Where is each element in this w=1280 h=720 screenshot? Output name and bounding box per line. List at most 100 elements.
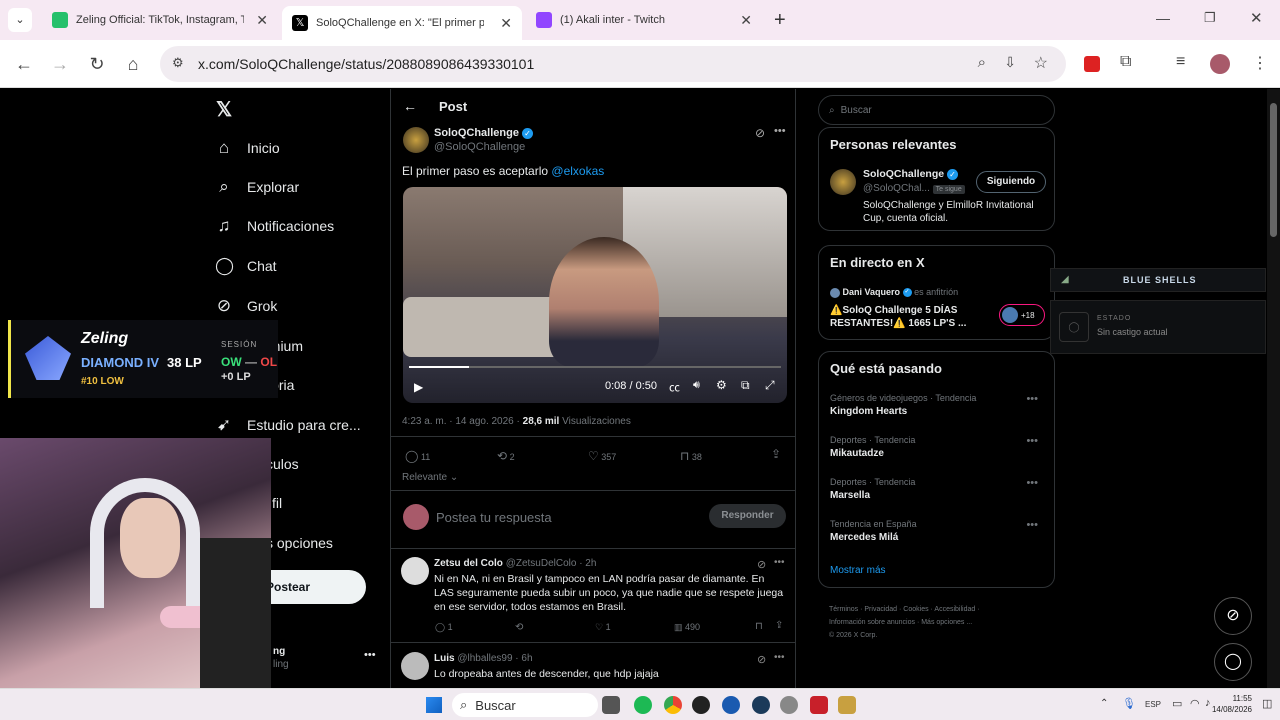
- following-button[interactable]: Siguiendo: [976, 171, 1046, 193]
- tab-zeling[interactable]: Zeling Official: TikTok, Instagram, Twit…: [42, 6, 278, 34]
- bookmark-star-icon[interactable]: ☆: [1034, 53, 1048, 73]
- notifications-icon[interactable]: ◫: [1262, 697, 1272, 710]
- media-control-icon[interactable]: ≡: [1176, 53, 1185, 71]
- address-bar[interactable]: ⚙ x.com/SoloQChallenge/status/2088089086…: [160, 46, 1066, 82]
- install-icon[interactable]: ⇩: [1004, 54, 1016, 71]
- relevant-avatar[interactable]: [830, 169, 856, 195]
- spotify-icon[interactable]: [634, 696, 652, 714]
- nav-account[interactable]: ng ling: [273, 645, 289, 671]
- pip-icon[interactable]: ⧉: [741, 378, 750, 393]
- more-options-icon[interactable]: •••: [1026, 393, 1038, 405]
- reply-action[interactable]: ◯ 11: [405, 449, 430, 463]
- reply-action[interactable]: ◯ 1: [435, 622, 453, 633]
- extensions-puzzle-icon[interactable]: ⧉: [1120, 53, 1131, 71]
- reload-icon[interactable]: ↻: [85, 52, 109, 76]
- restore-button[interactable]: ❐: [1204, 10, 1216, 26]
- trend-item[interactable]: Géneros de videojuegos · Tendencia Kingdo…: [830, 393, 1050, 417]
- video-player[interactable]: ▶ 0:08 / 0:50 ㏄ 🔊︎ ⚙ ⧉ ⤢: [403, 187, 787, 403]
- tab-soloq[interactable]: 𝕏 SoloQChallenge en X: "El primer paso e…: [282, 6, 522, 40]
- tray-chevron-icon[interactable]: ⌃: [1100, 698, 1108, 709]
- nav-creator-studio[interactable]: ➹ Estudio para cre...: [215, 416, 361, 434]
- share-icon[interactable]: ⇪: [771, 447, 781, 461]
- page-scrollbar[interactable]: [1267, 89, 1280, 688]
- grok-icon[interactable]: ⊘: [757, 558, 766, 571]
- nav-explore[interactable]: ⌕ Explorar: [215, 178, 299, 196]
- post-author[interactable]: SoloQChallenge ✓ @SoloQChallenge: [434, 126, 534, 154]
- steam-icon[interactable]: [752, 696, 770, 714]
- start-icon[interactable]: [426, 697, 442, 713]
- nav-profile[interactable]: fil: [272, 495, 282, 511]
- reply-header[interactable]: Luis @lhballes99 · 6h: [434, 653, 533, 664]
- nav-grok[interactable]: ⊘ Grok: [215, 297, 277, 315]
- more-options-icon[interactable]: •••: [774, 557, 785, 568]
- trend-item[interactable]: Tendencia en España Mercedes Milá •••: [830, 519, 1050, 543]
- video-progress-bar[interactable]: [409, 366, 781, 368]
- tab-search-button[interactable]: ⌄: [8, 8, 32, 32]
- mention-link[interactable]: @elxokas: [551, 164, 604, 178]
- profile-avatar[interactable]: [1210, 54, 1230, 74]
- more-options-icon[interactable]: •••: [1026, 435, 1038, 447]
- more-options-icon[interactable]: •••: [774, 125, 786, 137]
- grok-icon[interactable]: ⊘: [755, 126, 765, 140]
- monitor-icon[interactable]: ▭: [1172, 697, 1182, 710]
- grok-icon[interactable]: ⊘: [757, 653, 766, 666]
- close-tab-icon[interactable]: ✕: [256, 12, 268, 29]
- reply-button[interactable]: Responder: [709, 504, 786, 528]
- like-action[interactable]: ♡ 1: [595, 622, 611, 633]
- nav-notifications[interactable]: ♫ Notificaciones: [215, 217, 335, 235]
- live-listeners-badge[interactable]: +18: [999, 304, 1045, 326]
- league-icon[interactable]: [838, 696, 856, 714]
- tab-twitch[interactable]: (1) Akali inter - Twitch ✕: [526, 6, 762, 34]
- captions-icon[interactable]: ㏄: [669, 379, 680, 395]
- app-red-icon[interactable]: [810, 696, 828, 714]
- fullscreen-icon[interactable]: ⤢: [765, 378, 775, 393]
- share-icon[interactable]: ⇪: [775, 620, 783, 631]
- x-logo-icon[interactable]: 𝕏: [216, 97, 232, 122]
- views-action[interactable]: ▥ 490: [674, 622, 700, 633]
- close-tab-icon[interactable]: ✕: [500, 15, 512, 32]
- relevant-name[interactable]: SoloQChallenge ✓: [863, 168, 959, 180]
- more-options-icon[interactable]: •••: [1026, 519, 1038, 531]
- close-tab-icon[interactable]: ✕: [740, 12, 752, 29]
- close-window-button[interactable]: ✕: [1250, 9, 1263, 27]
- search-input[interactable]: ⌕ Buscar: [818, 95, 1055, 125]
- site-info-icon[interactable]: ⚙: [172, 55, 184, 71]
- nav-more-options[interactable]: s opciones: [266, 535, 333, 551]
- author-avatar[interactable]: [403, 127, 429, 153]
- trend-item[interactable]: Deportes · Tendencia Mikautadze •••: [830, 435, 1050, 459]
- wifi-icon[interactable]: ◠: [1190, 697, 1200, 710]
- play-icon[interactable]: ▶: [414, 380, 423, 394]
- live-host[interactable]: Dani Vaquero ✓ es anfitrión: [830, 287, 958, 298]
- like-action[interactable]: ♡ 357: [588, 449, 616, 463]
- messages-fab-icon[interactable]: ◯: [1214, 643, 1252, 681]
- live-space-title[interactable]: ⚠️SoloQ Challenge 5 DÍAS RESTANTES!⚠️ 16…: [830, 304, 980, 330]
- reply-input[interactable]: Postea tu respuesta: [436, 510, 552, 525]
- reply-avatar[interactable]: [401, 557, 429, 585]
- settings-icon[interactable]: [780, 696, 798, 714]
- minimize-button[interactable]: —: [1156, 10, 1170, 26]
- clock[interactable]: 11:55 14/08/2026: [1208, 693, 1252, 715]
- new-tab-button[interactable]: +: [774, 9, 786, 32]
- home-icon[interactable]: ⌂: [121, 52, 145, 76]
- taskbar-search[interactable]: ⌕ Buscar: [452, 693, 598, 717]
- settings-gear-icon[interactable]: ⚙: [716, 378, 727, 392]
- forward-icon[interactable]: →: [48, 52, 72, 76]
- repost-icon[interactable]: ⟲: [515, 622, 523, 633]
- nav-chat[interactable]: ◯ Chat: [215, 257, 277, 275]
- edge-icon[interactable]: [722, 696, 740, 714]
- back-arrow-icon[interactable]: ←: [403, 98, 417, 114]
- app-icon[interactable]: [692, 696, 710, 714]
- extension-icon[interactable]: [1084, 56, 1100, 72]
- chrome-icon[interactable]: [664, 696, 682, 714]
- reply-header[interactable]: Zetsu del Colo @ZetsuDelColo · 2h: [434, 558, 596, 569]
- mic-icon[interactable]: 🎙︎: [1122, 697, 1136, 710]
- scroll-thumb[interactable]: [1270, 103, 1277, 237]
- more-options-icon[interactable]: •••: [1026, 477, 1038, 489]
- bookmark-icon[interactable]: ⊓: [755, 621, 763, 632]
- grok-fab-icon[interactable]: ⊘: [1214, 597, 1252, 635]
- sort-dropdown[interactable]: Relevante ⌄: [402, 472, 458, 483]
- trend-item[interactable]: Deportes · Tendencia Marsella •••: [830, 477, 1050, 501]
- repost-action[interactable]: ⟲ 2: [497, 449, 515, 463]
- language-indicator[interactable]: ESP: [1145, 700, 1161, 709]
- nav-home[interactable]: ⌂ Inicio: [215, 139, 280, 157]
